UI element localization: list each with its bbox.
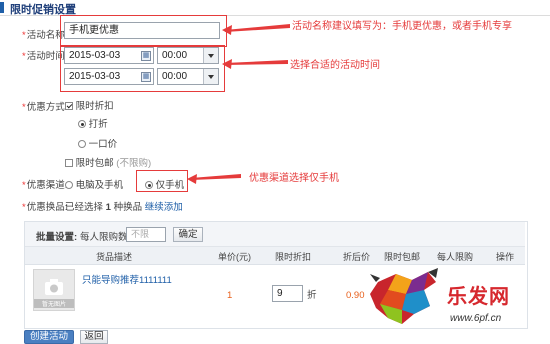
radio-mobile-only[interactable]: 仅手机	[145, 177, 184, 191]
arrow-channel	[191, 174, 241, 180]
section-accent-bar	[0, 2, 4, 13]
col-free-shipping: 限时包邮	[384, 252, 421, 262]
end-time-select[interactable]: 00:00	[157, 68, 219, 85]
note-channel: 优惠渠道选择仅手机	[249, 173, 339, 184]
col-after-price: 折后价	[343, 252, 371, 262]
per-person-limit-input[interactable]: 不限	[126, 227, 166, 242]
col-limited-discount: 限时折扣	[275, 252, 312, 262]
after-price: 0.90	[346, 290, 365, 301]
watermark-brand: 乐发网	[447, 286, 510, 308]
arrow-head-icon	[222, 59, 232, 69]
no-image-text: 暂无图片	[34, 299, 74, 308]
radio-icon[interactable]	[65, 181, 73, 190]
col-product: 货品描述	[96, 252, 133, 262]
annotation-arrows	[222, 24, 290, 69]
radio-icon[interactable]	[78, 140, 86, 149]
products-summary: 已经选择 1 种换品 继续添加	[65, 202, 183, 213]
limited-discount-checkbox[interactable]: 限时折扣	[65, 98, 114, 112]
radio-selected-icon[interactable]	[78, 120, 86, 129]
chevron-down-icon[interactable]	[203, 48, 218, 63]
watermark-url: www.6pf.cn	[450, 313, 502, 324]
start-time-select[interactable]: 00:00	[157, 47, 219, 64]
arrow-name	[225, 24, 290, 32]
section-header: 限时促销设置	[0, 0, 550, 16]
arrow-time	[225, 60, 288, 65]
continue-add-link[interactable]: 继续添加	[145, 202, 183, 213]
radio-fixed-price[interactable]: 一口价	[78, 136, 117, 150]
products-label: *优惠换品:	[22, 202, 68, 213]
checkbox-checked-icon[interactable]	[65, 102, 73, 111]
per-person-label: 每人限购数	[80, 232, 128, 243]
col-per-person: 每人限购	[437, 252, 474, 262]
radio-selected-icon[interactable]	[145, 181, 153, 190]
start-date-input[interactable]: 2015-03-03 ▦	[64, 47, 154, 64]
product-thumbnail[interactable]: 暂无图片	[33, 269, 75, 311]
discount-unit: 折	[307, 290, 317, 301]
end-date-input[interactable]: 2015-03-03 ▦	[64, 68, 154, 85]
chevron-down-icon[interactable]	[203, 69, 218, 84]
annotation-arrow-channel	[187, 174, 241, 184]
product-name-link[interactable]: 只能导购推荐1111111	[82, 272, 172, 286]
free-shipping-checkbox[interactable]: 限时包邮 (不限购)	[65, 155, 151, 169]
radio-pc-mobile[interactable]: 电脑及手机	[65, 177, 123, 191]
arrow-head-icon	[222, 25, 232, 35]
col-price: 单价(元)	[218, 252, 251, 262]
arrow-head-icon	[187, 174, 197, 184]
note-activity-name: 活动名称建议填写为：手机更优惠，或者手机专享	[292, 21, 512, 32]
back-button[interactable]: 返回	[80, 330, 108, 344]
note-activity-time: 选择合适的活动时间	[290, 60, 380, 71]
col-actions: 操作	[496, 252, 515, 262]
discount-input[interactable]: 9	[272, 285, 303, 302]
channel-label: *优惠渠道:	[22, 180, 68, 191]
unit-price: 1	[227, 290, 233, 301]
activity-name-input[interactable]: 手机更优惠	[64, 22, 220, 39]
bull-logo-icon	[370, 268, 438, 324]
batch-confirm-button[interactable]: 确定	[173, 227, 203, 242]
calendar-icon[interactable]: ▦	[141, 51, 151, 61]
calendar-icon[interactable]: ▦	[141, 72, 151, 82]
radio-discount[interactable]: 打折	[78, 116, 108, 130]
create-activity-button[interactable]: 创建活动	[24, 330, 74, 344]
checkbox-icon[interactable]	[65, 159, 73, 168]
discount-label: *优惠方式:	[22, 102, 68, 113]
batch-label: 批量设置:	[36, 232, 78, 243]
